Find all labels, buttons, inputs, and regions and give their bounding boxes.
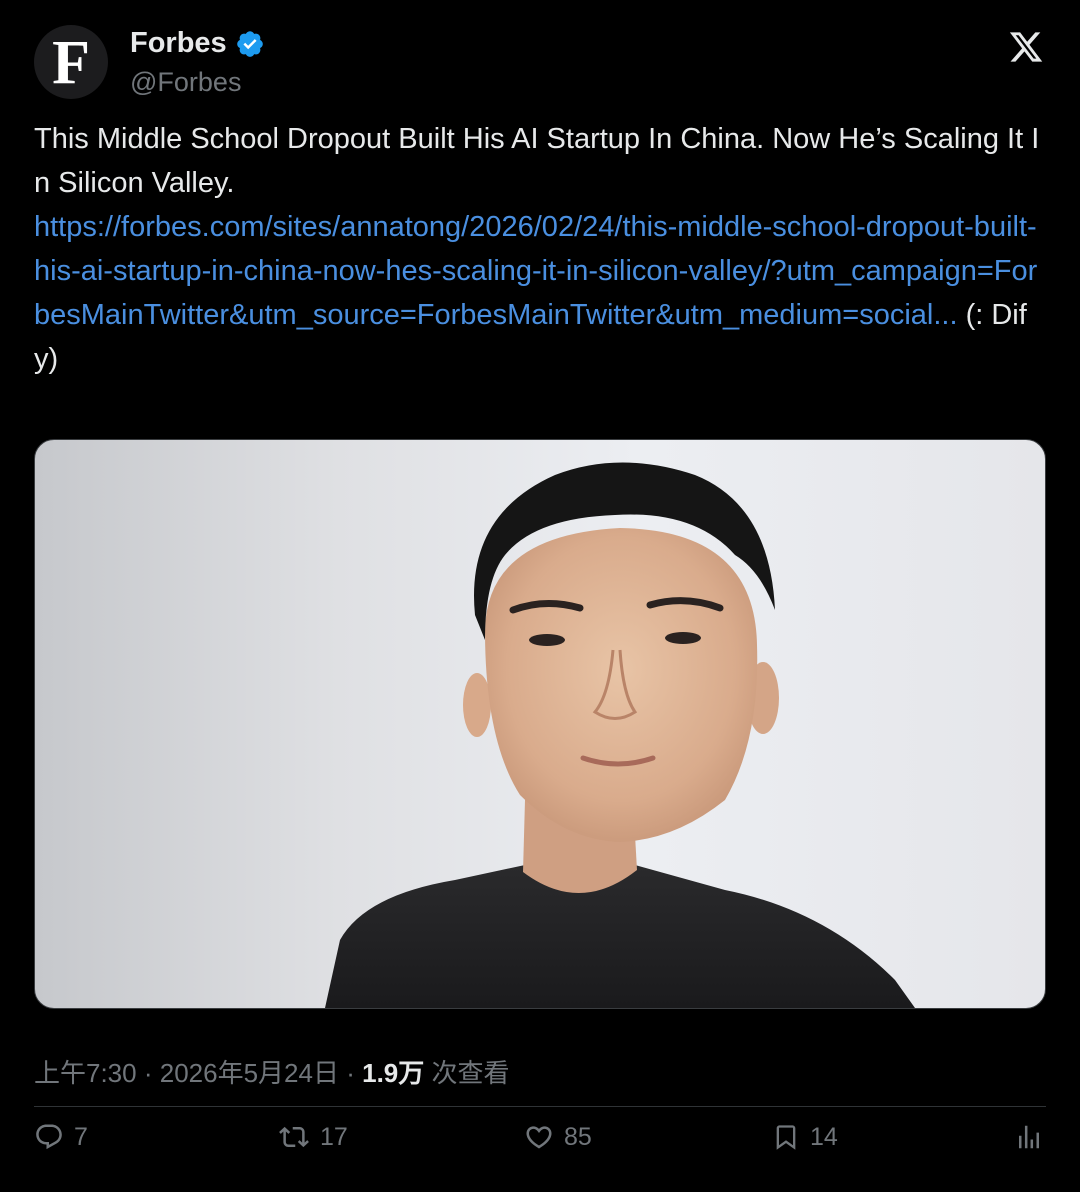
reply-count: 7	[74, 1122, 88, 1151]
like-button[interactable]: 85	[524, 1122, 592, 1152]
analytics-button[interactable]	[1014, 1122, 1044, 1152]
views-count: 1.9万	[362, 1058, 425, 1088]
tweet-body: This Middle School Dropout Built His AI …	[34, 123, 1040, 199]
portrait-photo	[325, 462, 915, 1008]
handle[interactable]: @Forbes	[130, 67, 241, 98]
verified-badge-icon	[236, 30, 263, 57]
tweet-header: F Forbes @Forbes	[34, 25, 1046, 101]
bookmark-icon	[776, 1125, 796, 1150]
tweet-meta: 上午7:30 · 2026年5月24日 · 1.9万 次查看	[34, 1053, 510, 1090]
avatar-letter: F	[52, 29, 90, 97]
tweet-date[interactable]: 2026年5月24日	[160, 1058, 339, 1088]
avatar[interactable]: F	[34, 25, 108, 99]
tweet-time[interactable]: 上午7:30	[34, 1058, 137, 1088]
action-bar: 7 17 85 14	[34, 1122, 1046, 1162]
tweet-text: This Middle School Dropout Built His AI …	[34, 117, 1046, 381]
meta-separator: ·	[346, 1058, 355, 1088]
heart-icon	[526, 1126, 552, 1149]
tweet-media-image[interactable]	[34, 439, 1046, 1009]
name-row: Forbes	[130, 27, 265, 60]
divider	[34, 1106, 1046, 1107]
repost-icon	[279, 1126, 309, 1148]
bookmark-count: 14	[810, 1122, 838, 1151]
repost-button[interactable]: 17	[278, 1122, 348, 1152]
reply-button[interactable]: 7	[34, 1122, 88, 1152]
repost-count: 17	[320, 1122, 348, 1151]
views-label: 次查看	[431, 1058, 510, 1088]
tweet-link[interactable]: https://forbes.com/sites/annatong/2026/0…	[34, 211, 1037, 331]
analytics-icon	[1019, 1125, 1039, 1149]
display-name[interactable]: Forbes	[130, 27, 227, 60]
x-logo-icon[interactable]	[1008, 29, 1044, 65]
reply-icon	[36, 1124, 62, 1150]
meta-separator: ·	[143, 1058, 153, 1088]
bookmark-button[interactable]: 14	[772, 1122, 838, 1152]
like-count: 85	[564, 1122, 592, 1151]
